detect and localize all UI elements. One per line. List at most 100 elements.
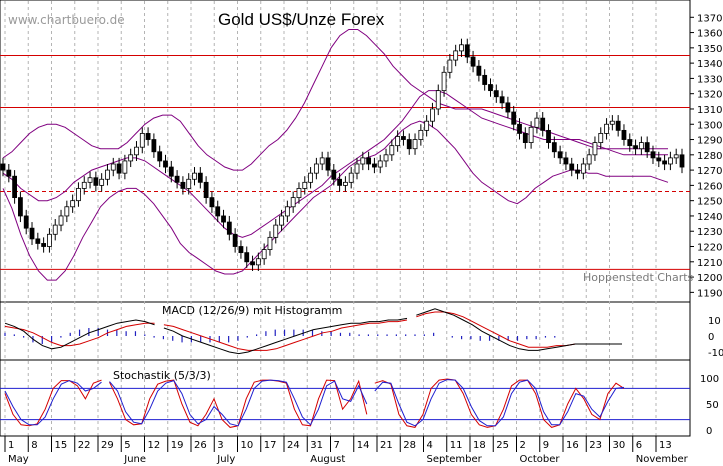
candle-down-93: [540, 117, 546, 131]
candle-down-20: [116, 163, 122, 174]
candle-down-0: [0, 163, 6, 171]
candle-down-90: [522, 133, 528, 143]
xtick-label-18: 4: [427, 440, 433, 451]
candle-down-7: [41, 243, 47, 247]
ytick-label-1190: 1190: [697, 288, 722, 299]
candle-down-80: [464, 44, 470, 58]
candle-down-94: [546, 129, 551, 143]
candle-down-43: [250, 261, 255, 266]
candle-up-74: [430, 108, 435, 122]
candle-up-10: [58, 215, 64, 226]
candle-up-73: [424, 120, 430, 131]
candle-down-30: [174, 175, 180, 183]
xtick-label-28: 13: [659, 440, 672, 451]
candle-up-103: [598, 133, 604, 143]
xtick-label-17: 28: [403, 440, 416, 451]
candle-down-64: [372, 163, 377, 168]
xtick-label-27: 6: [636, 440, 642, 451]
candle-up-44: [255, 258, 261, 266]
candle-down-2: [12, 175, 18, 199]
candle-up-65: [377, 160, 383, 168]
candle-up-50: [290, 197, 296, 208]
candle-down-38: [221, 215, 226, 223]
xtick-label-14: 7: [334, 440, 340, 451]
candle-down-16: [93, 177, 99, 186]
watermark: www.chartbuero.de: [8, 13, 125, 27]
candle-up-13: [76, 188, 81, 202]
macd-ytick-0: 0: [708, 332, 714, 343]
xtick-label-25: 23: [589, 440, 602, 451]
macd-label: MACD (12/26/9) mit Histogramm: [162, 304, 342, 317]
candle-down-84: [488, 84, 493, 92]
candle-up-115: [667, 157, 673, 165]
candle-down-98: [569, 163, 575, 171]
candle-up-61: [354, 163, 360, 174]
xtick-label-24: 16: [566, 440, 579, 451]
candle-up-47: [273, 224, 279, 238]
candle-down-57: [331, 169, 337, 180]
xtick-label-12: 24: [287, 440, 300, 451]
candle-down-112: [650, 151, 656, 159]
candle-down-109: [633, 145, 638, 150]
candle-up-23: [134, 146, 139, 156]
month-label-2: July: [216, 454, 235, 465]
chart-title: Gold US$/Unze Forex: [218, 10, 385, 29]
candle-down-97: [563, 157, 569, 165]
xtick-label-13: 31: [310, 440, 323, 451]
candle-up-104: [604, 123, 609, 134]
xtick-label-5: 5: [124, 440, 130, 451]
candle-down-40: [232, 233, 238, 247]
candle-up-53: [308, 172, 313, 183]
ytick-label-1350: 1350: [697, 44, 722, 55]
candle-down-28: [163, 160, 168, 168]
candle-up-92: [534, 117, 540, 128]
stoch-ytick-50: 50: [706, 400, 719, 411]
candle-up-102: [592, 142, 598, 156]
candle-up-72: [418, 129, 424, 140]
month-label-5: October: [520, 454, 561, 465]
ytick-label-1210: 1210: [697, 258, 722, 269]
candle-down-3: [18, 197, 23, 217]
candle-up-68: [395, 136, 401, 147]
price-axis: 1190 1200 1210 1220 1230 1240 1250 1260 1270 1280…: [690, 13, 722, 299]
candle-up-79: [459, 44, 464, 52]
macd-ytick--10: -10: [708, 348, 723, 359]
lower-band: [2, 120, 669, 281]
candle-down-113: [656, 157, 662, 162]
xtick-label-8: 26: [194, 440, 207, 451]
candle-up-12: [70, 200, 76, 208]
ytick-label-1320: 1320: [697, 90, 722, 101]
candle-down-36: [209, 197, 215, 208]
candle-up-49: [284, 206, 290, 217]
candle-up-54: [313, 163, 319, 174]
xtick-label-7: 19: [171, 440, 184, 451]
xtick-label-15: 14: [357, 440, 370, 451]
candle-down-111: [644, 142, 650, 153]
candle-down-25: [145, 133, 151, 140]
candle-down-26: [151, 139, 157, 153]
candle-down-56: [325, 157, 331, 171]
xtick-label-16: 21: [380, 440, 393, 451]
candle-down-70: [406, 139, 412, 150]
ytick-label-1280: 1280: [697, 151, 722, 162]
ytick-label-1230: 1230: [697, 227, 722, 238]
candle-down-85: [493, 90, 499, 98]
candle-up-75: [435, 90, 441, 110]
ytick-label-1310: 1310: [697, 105, 722, 116]
xtick-label-3: 22: [78, 440, 91, 451]
month-label-0: May: [8, 454, 29, 465]
candle-down-96: [557, 151, 563, 159]
vertical-gridlines: [4, 1, 657, 436]
ytick-label-1300: 1300: [697, 120, 722, 131]
xtick-label-23: 9: [543, 440, 549, 451]
xtick-label-26: 30: [613, 440, 626, 451]
ytick-label-1240: 1240: [697, 212, 722, 223]
ytick-label-1360: 1360: [697, 29, 722, 40]
candle-down-58: [337, 178, 342, 186]
candle-up-51: [296, 188, 302, 199]
candle-up-52: [302, 181, 308, 189]
candle-down-1: [6, 169, 12, 177]
candle-up-18: [105, 169, 110, 180]
ytick-label-1290: 1290: [697, 136, 722, 147]
month-label-4: September: [427, 454, 483, 465]
